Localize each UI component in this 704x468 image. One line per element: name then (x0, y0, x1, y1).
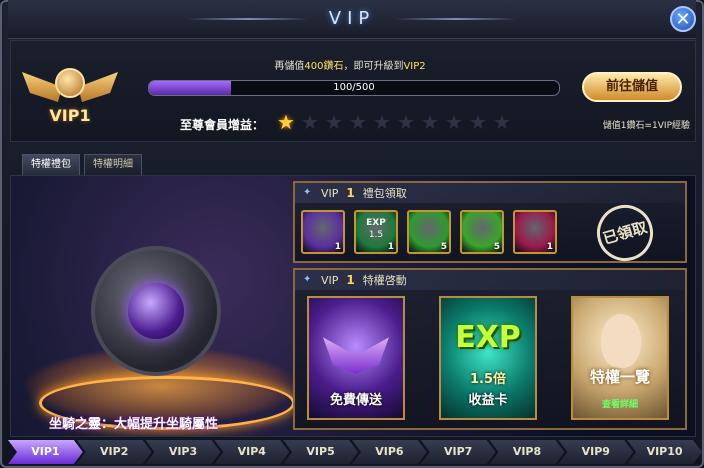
item-quantity: 1 (387, 242, 394, 252)
mount-spirit-orb-icon (128, 283, 184, 339)
mount-spirit-emblem-icon (91, 246, 221, 376)
title-ornament-right (396, 18, 516, 20)
gift-panel-level: 1 (346, 186, 355, 200)
claimed-stamp: 已領取 (590, 198, 660, 268)
perk-cards: 免費傳送 EXP 1.5倍 收益卡 特權一覽 查看詳細 (307, 296, 669, 420)
vip-tab-vip2[interactable]: VIP2 (76, 440, 152, 464)
card-label: 免費傳送 (329, 393, 382, 408)
free-teleport-card[interactable]: 免費傳送 (307, 296, 405, 420)
gift-panel-header: ✦ VIP 1 禮包領取 (295, 183, 685, 203)
star-icon: ★ (469, 110, 487, 134)
star-icon: ★ (349, 110, 367, 134)
vip-level-tabs: VIP1 VIP2 VIP3 VIP4 VIP5 VIP6 VIP7 VIP8 VIP9 VIP1… (8, 440, 702, 464)
item-quantity: 5 (440, 242, 447, 252)
gift-panel-prefix: VIP (321, 187, 339, 200)
hint-target: VIP2 (403, 61, 426, 72)
vip-exp-progress-bar: 100/500 (148, 80, 560, 96)
star-icon: ★ (421, 110, 439, 134)
item-quantity: 5 (493, 242, 500, 252)
exp-bonus-card[interactable]: EXP 1.5倍 收益卡 (439, 296, 537, 420)
recharge-button[interactable]: 前往儲值 (582, 72, 682, 102)
star-icon: ★ (445, 110, 463, 134)
vip-tab-vip4[interactable]: VIP4 (214, 440, 290, 464)
exp-multiplier: 1.5 (368, 230, 384, 240)
star-icon: ★ (493, 110, 511, 134)
hint-amount: 400鑽石 (304, 61, 344, 72)
vip-window: VIP ✕ VIP1 再儲值400鑽石，即可升級到VIP2 100/500 前往… (0, 0, 704, 468)
close-button[interactable]: ✕ (670, 6, 696, 32)
vip-tab-vip8[interactable]: VIP8 (489, 440, 565, 464)
star-icon: ★ (301, 110, 319, 134)
perk-panel-prefix: VIP (321, 274, 339, 287)
star-icon: ★ (397, 110, 415, 134)
vip-tab-vip3[interactable]: VIP3 (145, 440, 221, 464)
gift-items: 1 EXP 1.5 1 5 5 1 (301, 210, 557, 254)
crest-orb-icon (55, 68, 85, 98)
perk-panel-header: ✦ VIP 1 特權啓動 (295, 270, 685, 290)
winged-emblem-icon (323, 337, 389, 374)
view-details-link[interactable]: 查看詳細 (573, 397, 667, 410)
exp-label: EXP (366, 218, 386, 228)
vip-tab-vip1[interactable]: VIP1 (8, 440, 83, 464)
gift-panel-title: 禮包領取 (362, 187, 407, 200)
diamond-icon: ✦ (303, 274, 312, 285)
tab-privilege-gift[interactable]: 特權禮包 (22, 154, 80, 175)
current-vip-level: VIP1 (49, 106, 91, 125)
vip-tab-vip5[interactable]: VIP5 (283, 440, 358, 464)
star-icon: ★ (277, 110, 295, 134)
gift-panel: ✦ VIP 1 禮包領取 1 EXP 1.5 1 5 5 1 已領取 (293, 181, 687, 268)
green-arrow-upgrade-icon[interactable]: 5 (460, 210, 504, 254)
close-icon: ✕ (675, 9, 691, 30)
card-label: 收益卡 (468, 393, 508, 408)
rate-note: 儲值1鑽石=1VIP經驗 (602, 121, 690, 131)
vip-tab-vip9[interactable]: VIP9 (558, 440, 634, 464)
benefit-label: 至尊會員增益： (180, 118, 265, 132)
item-quantity: 1 (546, 242, 553, 252)
elf-portrait-icon (601, 314, 641, 368)
benefit-stars: ★ ★ ★ ★ ★ ★ ★ ★ ★ ★ (276, 112, 512, 132)
progress-text: 100/500 (333, 82, 375, 93)
purple-orb-icon[interactable]: 1 (301, 210, 345, 254)
vip-level-badge: VIP1 (22, 58, 118, 132)
vip-tab-vip10[interactable]: VIP10 (627, 440, 702, 464)
green-crystal-icon[interactable]: 5 (407, 210, 451, 254)
privilege-stage: 坐騎之靈：大幅提升坐騎屬性 ✦ VIP 1 禮包領取 1 EXP 1.5 1 5 5 1 已領取 … (10, 175, 696, 437)
hint-mid: ，即可升級到 (343, 61, 404, 72)
hint-prefix: 再儲值 (274, 61, 305, 72)
card-label: 特權一覽 (589, 368, 650, 386)
perk-panel-title: 特權啓動 (362, 274, 407, 287)
vip-tab-vip6[interactable]: VIP6 (351, 440, 427, 464)
upgrade-hint: 再儲值400鑽石，即可升級到VIP2 (150, 57, 550, 72)
star-icon: ★ (373, 110, 391, 134)
gold-coins-icon[interactable]: 1 (513, 210, 557, 254)
vip-tab-vip7[interactable]: VIP7 (420, 440, 496, 464)
window-title: VIP (328, 8, 376, 29)
perk-panel: ✦ VIP 1 特權啓動 免費傳送 EXP 1.5倍 收益卡 特權一覽 查看詳細 (293, 268, 687, 430)
exp-potion-icon[interactable]: EXP 1.5 1 (354, 210, 398, 254)
title-bar: VIP (8, 0, 696, 39)
privilege-overview-card[interactable]: 特權一覽 查看詳細 (571, 296, 669, 420)
item-quantity: 1 (334, 242, 341, 252)
star-icon: ★ (325, 110, 343, 134)
tab-privilege-details[interactable]: 特權明細 (84, 154, 142, 175)
diamond-icon: ✦ (303, 187, 312, 198)
content-tabs: 特權禮包 特權明細 (22, 154, 142, 175)
stage-caption: 坐騎之靈：大幅提升坐騎屬性 (49, 417, 219, 432)
exp-text: EXP (455, 320, 521, 355)
perk-panel-level: 1 (346, 273, 355, 287)
